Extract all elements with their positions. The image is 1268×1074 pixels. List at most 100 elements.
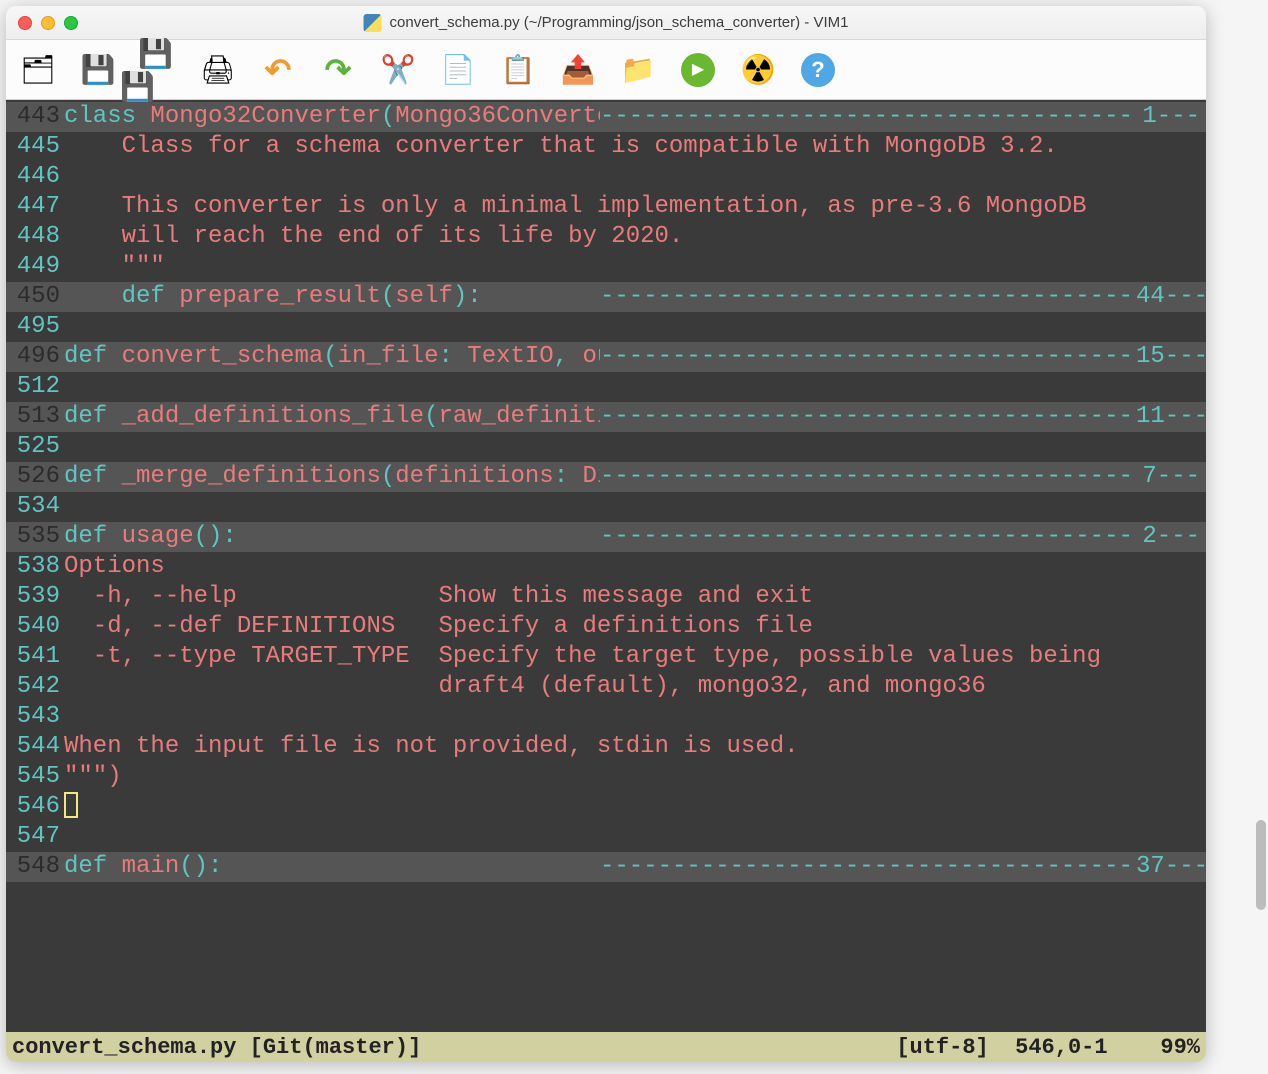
code-content: def prepare_result(self): [64, 282, 600, 312]
code-line[interactable]: 546 [6, 792, 1206, 822]
fold-count: 7--- [1136, 462, 1206, 492]
line-number: 535 [6, 522, 64, 552]
code-line[interactable]: 525 [6, 432, 1206, 462]
code-line[interactable]: 540 -d, --def DEFINITIONS Specify a defi… [6, 612, 1206, 642]
line-number: 539 [6, 582, 64, 612]
line-number: 526 [6, 462, 64, 492]
fold-marker[interactable]: ----------------------------------------… [600, 282, 1136, 312]
cut-icon: ✂️ [381, 53, 416, 86]
code-line[interactable]: 496 def convert_schema(in_file: TextIO, … [6, 342, 1206, 372]
minimize-icon[interactable] [41, 16, 55, 30]
code-line[interactable]: 539 -h, --help Show this message and exi… [6, 582, 1206, 612]
close-icon[interactable] [18, 16, 32, 30]
code-line[interactable]: 542 draft4 (default), mongo32, and mongo… [6, 672, 1206, 702]
print-button[interactable]: 🖨 [198, 50, 238, 90]
code-line[interactable]: 548 def main(): ------------------------… [6, 852, 1206, 882]
line-number: 538 [6, 552, 64, 582]
build-icon: ☢️ [741, 53, 776, 86]
code-line[interactable]: 513 def _add_definitions_file(raw_defini… [6, 402, 1206, 432]
fold-marker[interactable]: ----------------------------------------… [600, 522, 1136, 552]
line-number: 546 [6, 792, 64, 822]
code-content: draft4 (default), mongo32, and mongo36 [64, 672, 1206, 702]
undo-button[interactable]: ↶ [258, 50, 298, 90]
code-content: Class for a schema converter that is com… [64, 132, 1206, 162]
zoom-icon[interactable] [64, 16, 78, 30]
fold-marker[interactable]: ----------------------------------------… [600, 402, 1136, 432]
code-line[interactable]: 450 def prepare_result(self): ----------… [6, 282, 1206, 312]
cut-button[interactable]: ✂️ [378, 50, 418, 90]
scrollbar[interactable] [1256, 100, 1266, 1040]
line-number: 542 [6, 672, 64, 702]
line-number: 495 [6, 312, 64, 342]
code-line[interactable]: 448 will reach the end of its life by 20… [6, 222, 1206, 252]
code-line[interactable]: 543 [6, 702, 1206, 732]
line-number: 445 [6, 132, 64, 162]
code-content: def usage(): [64, 522, 600, 552]
status-percent: 99% [1160, 1035, 1200, 1060]
toolbar: 🗂💾💾💾🖨↶↷✂️📄📋📤📁▶☢️? [6, 40, 1206, 100]
line-number: 513 [6, 402, 64, 432]
scrollbar-thumb[interactable] [1256, 820, 1266, 910]
line-number: 447 [6, 192, 64, 222]
code-line[interactable]: 449 """ [6, 252, 1206, 282]
code-content: class Mongo32Converter(Mongo36Converter)… [64, 102, 600, 132]
copy-button[interactable]: 📄 [438, 50, 478, 90]
help-button[interactable]: ? [798, 50, 838, 90]
upload-button[interactable]: 📤 [558, 50, 598, 90]
status-branch: [Git(master)] [250, 1035, 422, 1060]
help-icon: ? [801, 53, 835, 87]
code-line[interactable]: 541 -t, --type TARGET_TYPE Specify the t… [6, 642, 1206, 672]
saveall-button[interactable]: 💾💾 [138, 50, 178, 90]
title-text: convert_schema.py (~/Programming/json_sc… [390, 14, 849, 31]
code-line[interactable]: 512 [6, 372, 1206, 402]
new-icon: 📁 [621, 53, 656, 86]
new-button[interactable]: 📁 [618, 50, 658, 90]
line-number: 525 [6, 432, 64, 462]
code-line[interactable]: 547 [6, 822, 1206, 852]
code-content: -d, --def DEFINITIONS Specify a definiti… [64, 612, 1206, 642]
code-line[interactable]: 446 [6, 162, 1206, 192]
save-button[interactable]: 💾 [78, 50, 118, 90]
line-number: 446 [6, 162, 64, 192]
paste-button[interactable]: 📋 [498, 50, 538, 90]
code-content: def main(): [64, 852, 600, 882]
fold-count: 11--- [1136, 402, 1206, 432]
code-content: def convert_schema(in_file: TextIO, out_… [64, 342, 600, 372]
status-bar: convert_schema.py [Git(master)] [utf-8] … [6, 1032, 1206, 1062]
code-line[interactable]: 545 """) [6, 762, 1206, 792]
code-line[interactable]: 535 def usage(): -----------------------… [6, 522, 1206, 552]
build-button[interactable]: ☢️ [738, 50, 778, 90]
fold-marker[interactable]: ----------------------------------------… [600, 462, 1136, 492]
code-line[interactable]: 526 def _merge_definitions(definitions: … [6, 462, 1206, 492]
open-button[interactable]: 🗂 [18, 50, 58, 90]
fold-count: 1--- [1136, 102, 1206, 132]
fold-marker[interactable]: ----------------------------------------… [600, 102, 1136, 132]
code-line[interactable]: 447 This converter is only a minimal imp… [6, 192, 1206, 222]
line-number: 448 [6, 222, 64, 252]
titlebar: convert_schema.py (~/Programming/json_sc… [6, 6, 1206, 40]
redo-button[interactable]: ↷ [318, 50, 358, 90]
fold-marker[interactable]: ----------------------------------------… [600, 342, 1136, 372]
run-button[interactable]: ▶ [678, 50, 718, 90]
run-icon: ▶ [681, 53, 715, 87]
code-line[interactable]: 495 [6, 312, 1206, 342]
line-number: 543 [6, 702, 64, 732]
fold-marker[interactable]: ----------------------------------------… [600, 852, 1136, 882]
code-content [64, 492, 1206, 522]
code-content: -t, --type TARGET_TYPE Specify the targe… [64, 642, 1206, 672]
code-line[interactable]: 538 Options [6, 552, 1206, 582]
code-line[interactable]: 445 Class for a schema converter that is… [6, 132, 1206, 162]
line-number: 545 [6, 762, 64, 792]
code-line[interactable]: 544 When the input file is not provided,… [6, 732, 1206, 762]
editor-area[interactable]: 443 class Mongo32Converter(Mongo36Conver… [6, 100, 1206, 1032]
code-line[interactable]: 443 class Mongo32Converter(Mongo36Conver… [6, 102, 1206, 132]
code-line[interactable]: 534 [6, 492, 1206, 522]
copy-icon: 📄 [441, 53, 476, 86]
fold-count: 37--- [1136, 852, 1206, 882]
code-content: def _add_definitions_file(raw_definition… [64, 402, 600, 432]
status-encoding: [utf-8] [896, 1035, 988, 1060]
save-icon: 💾 [81, 53, 116, 86]
line-number: 512 [6, 372, 64, 402]
fold-count: 15--- [1136, 342, 1206, 372]
code-content [64, 432, 1206, 462]
